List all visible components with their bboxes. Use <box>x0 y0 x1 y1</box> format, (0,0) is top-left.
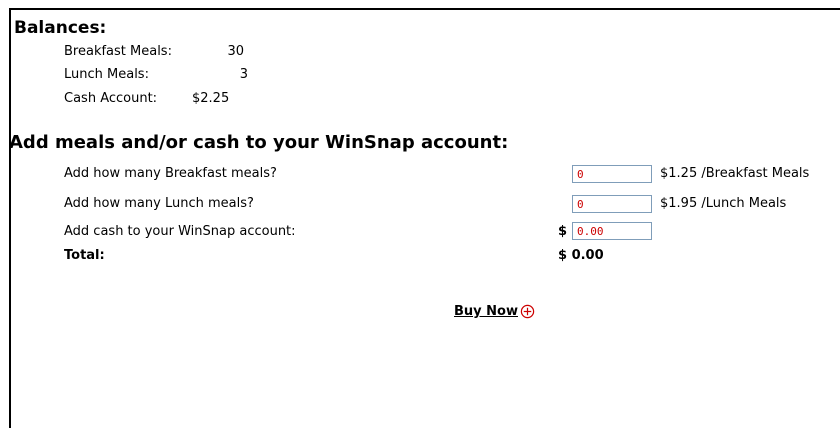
balance-label: Cash Account: <box>64 91 158 106</box>
total-value: $ 0.00 <box>558 248 604 263</box>
balance-row-breakfast: Breakfast Meals: 30 <box>64 44 244 59</box>
breakfast-qty-input[interactable] <box>572 165 652 183</box>
breakfast-price: $1.25 /Breakfast Meals <box>660 166 810 181</box>
lunch-qty-label: Add how many Lunch meals? <box>64 196 254 211</box>
balance-value: $2.25 <box>192 91 230 106</box>
buy-now-button[interactable]: Buy Now <box>454 304 535 319</box>
cash-amount-input[interactable] <box>572 222 652 240</box>
balance-row-cash: Cash Account: $2.25 <box>64 91 229 106</box>
balances-heading: Balances: <box>14 18 107 38</box>
lunch-price: $1.95 /Lunch Meals <box>660 196 787 211</box>
total-label: Total: <box>64 248 105 263</box>
plus-circle-icon <box>520 304 535 319</box>
add-funds-heading: Add meals and/or cash to your WinSnap ac… <box>9 132 509 153</box>
currency-symbol: $ <box>558 224 568 239</box>
lunch-qty-input[interactable] <box>572 195 652 213</box>
balance-label: Lunch Meals: <box>64 67 149 82</box>
balance-value: 3 <box>239 67 248 82</box>
cash-amount-label: Add cash to your WinSnap account: <box>64 224 296 239</box>
breakfast-qty-label: Add how many Breakfast meals? <box>64 166 277 181</box>
balance-row-lunch: Lunch Meals: 3 <box>64 67 248 82</box>
balance-value: 30 <box>227 44 244 59</box>
balance-label: Breakfast Meals: <box>64 44 172 59</box>
buy-now-label: Buy Now <box>454 304 518 319</box>
